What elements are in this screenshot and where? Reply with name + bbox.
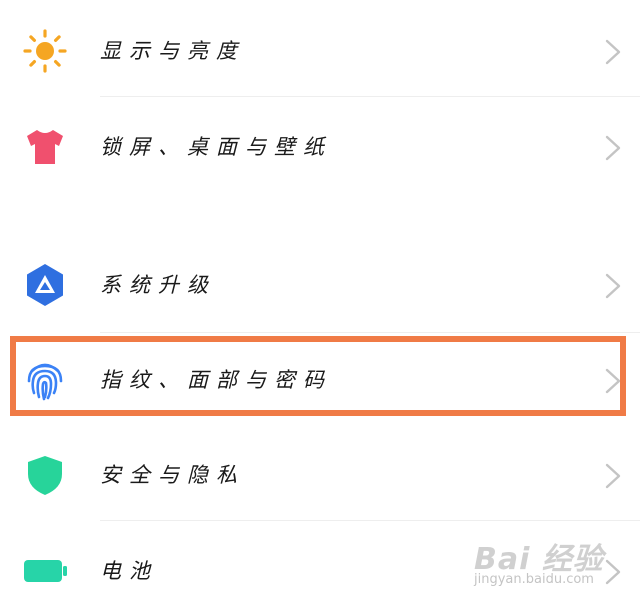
chevron-right-icon [604, 367, 622, 395]
settings-screen: 显示与亮度 锁屏、桌面与壁纸 系统升级 指纹、面部与密码 安全与隐私 电池 Ba… [0, 0, 640, 604]
tshirt-icon [22, 124, 68, 170]
baidu-jingyan-watermark: Bai 经验 jingyan.baidu.com [474, 528, 624, 588]
settings-item-label: 安全与隐私 [100, 463, 245, 487]
settings-item-label: 指纹、面部与密码 [100, 368, 332, 392]
settings-item-label: 系统升级 [100, 273, 216, 297]
settings-item-fingerprint-face-password[interactable]: 指纹、面部与密码 [0, 333, 640, 427]
settings-item-label: 电池 [100, 559, 158, 583]
shield-icon [22, 452, 68, 498]
chevron-right-icon [604, 462, 622, 490]
settings-item-security-privacy[interactable]: 安全与隐私 [0, 428, 640, 522]
watermark-sub-text: jingyan.baidu.com [474, 572, 594, 587]
divider [100, 96, 640, 97]
settings-item-system-update[interactable]: 系统升级 [0, 238, 640, 332]
sun-icon [22, 28, 68, 74]
divider [100, 520, 640, 521]
chevron-right-icon [604, 272, 622, 300]
settings-item-lockscreen-wallpaper[interactable]: 锁屏、桌面与壁纸 [0, 100, 640, 194]
chevron-right-icon [604, 38, 622, 66]
fingerprint-icon [22, 357, 68, 403]
system-update-icon [22, 262, 68, 308]
battery-icon [22, 548, 68, 594]
settings-item-display-brightness[interactable]: 显示与亮度 [0, 4, 640, 98]
chevron-right-icon [604, 134, 622, 162]
settings-item-label: 显示与亮度 [100, 39, 245, 63]
settings-item-label: 锁屏、桌面与壁纸 [100, 135, 332, 159]
